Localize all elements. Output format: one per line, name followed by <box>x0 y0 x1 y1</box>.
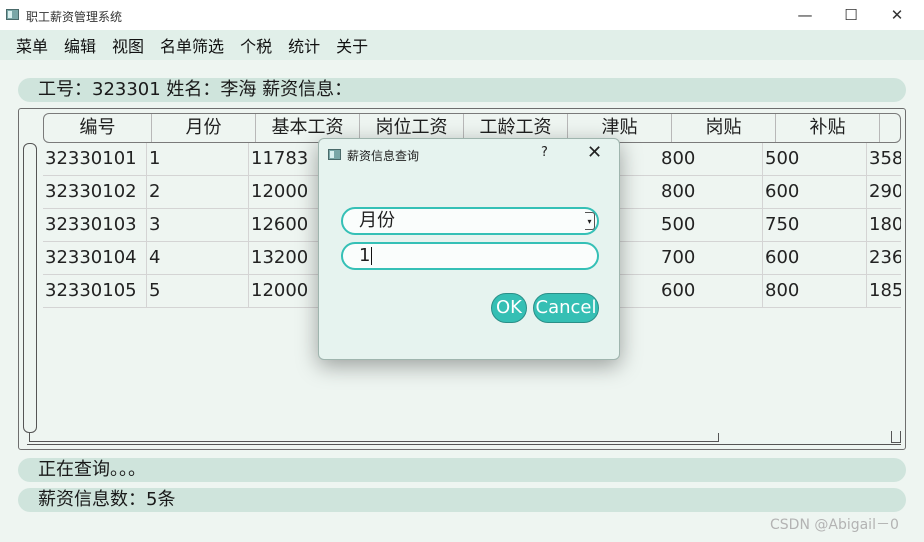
text-caret <box>371 247 373 265</box>
window-title: 职工薪资管理系统 <box>26 10 123 24</box>
cell-extra[interactable]: 1850 <box>867 275 901 307</box>
cell-month[interactable]: 1 <box>147 143 249 175</box>
cell-id[interactable]: 32330103 <box>43 209 147 241</box>
cell-month[interactable]: 2 <box>147 176 249 208</box>
menu-item-tax[interactable]: 个税 <box>238 33 274 57</box>
header-id[interactable]: 编号 <box>44 114 152 142</box>
query-field-selected: 月份 <box>359 210 395 231</box>
salary-query-dialog: 薪资信息查询 ? ✕ 月份 ▾ 1 OK Cancel <box>318 138 620 360</box>
header-month[interactable]: 月份 <box>152 114 256 142</box>
app-window-icon <box>6 9 19 20</box>
cell-post-allowance[interactable]: 800 <box>659 143 763 175</box>
cell-post-allowance[interactable]: 800 <box>659 176 763 208</box>
cell-extra[interactable]: 358 <box>867 143 901 175</box>
minimize-button[interactable]: — <box>782 0 828 30</box>
cell-month[interactable]: 5 <box>147 275 249 307</box>
cell-id[interactable]: 32330105 <box>43 275 147 307</box>
cell-subsidy[interactable]: 750 <box>763 209 867 241</box>
record-count-bar: 薪资信息数：5条 <box>18 488 906 512</box>
dialog-title: 薪资信息查询 <box>347 149 420 163</box>
window-titlebar: 职工薪资管理系统 — ☐ ✕ <box>0 0 924 30</box>
cell-subsidy[interactable]: 600 <box>763 176 867 208</box>
header-post-allowance[interactable]: 岗贴 <box>672 114 776 142</box>
cell-subsidy[interactable]: 800 <box>763 275 867 307</box>
cell-subsidy[interactable]: 500 <box>763 143 867 175</box>
cell-month[interactable]: 3 <box>147 209 249 241</box>
query-value-text: 1 <box>359 245 371 266</box>
cell-post-allowance[interactable]: 700 <box>659 242 763 274</box>
cell-id[interactable]: 32330101 <box>43 143 147 175</box>
ok-button[interactable]: OK <box>491 293 527 323</box>
header-subsidy[interactable]: 补贴 <box>776 114 880 142</box>
cell-extra[interactable]: 290 <box>867 176 901 208</box>
menu-item-stats[interactable]: 统计 <box>286 33 322 57</box>
cell-id[interactable]: 32330104 <box>43 242 147 274</box>
cell-post-allowance[interactable]: 500 <box>659 209 763 241</box>
close-window-button[interactable]: ✕ <box>874 0 920 30</box>
dialog-window-icon <box>328 149 341 160</box>
cell-id[interactable]: 32330102 <box>43 176 147 208</box>
help-button[interactable]: ? <box>541 145 548 160</box>
query-status-bar: 正在查询。。。 <box>18 458 906 482</box>
maximize-button[interactable]: ☐ <box>828 0 874 30</box>
cell-month[interactable]: 4 <box>147 242 249 274</box>
watermark: CSDN @Abigail－0 <box>770 517 899 533</box>
menubar: 菜单 编辑 视图 名单筛选 个税 统计 关于 <box>0 30 924 60</box>
cell-post-allowance[interactable]: 600 <box>659 275 763 307</box>
vertical-scrollbar[interactable] <box>23 143 37 433</box>
horizontal-scrollbar-end[interactable] <box>891 431 901 443</box>
dialog-close-button[interactable]: ✕ <box>587 142 602 163</box>
chevron-down-icon[interactable]: ▾ <box>585 212 595 230</box>
cell-extra[interactable]: 1800 <box>867 209 901 241</box>
query-field-select[interactable]: 月份 ▾ <box>341 207 599 235</box>
cancel-button[interactable]: Cancel <box>533 293 599 323</box>
menu-item-view[interactable]: 视图 <box>110 33 146 57</box>
menu-item-about[interactable]: 关于 <box>334 33 370 57</box>
cell-subsidy[interactable]: 600 <box>763 242 867 274</box>
query-value-input[interactable]: 1 <box>341 242 599 270</box>
menu-item-menu[interactable]: 菜单 <box>14 33 50 57</box>
horizontal-scrollbar-thumb[interactable] <box>29 433 719 442</box>
menu-item-filter[interactable]: 名单筛选 <box>158 33 226 57</box>
menu-item-edit[interactable]: 编辑 <box>62 33 98 57</box>
cell-extra[interactable]: 236 <box>867 242 901 274</box>
employee-info-bar: 工号：323301 姓名：李海 薪资信息： <box>18 78 906 102</box>
